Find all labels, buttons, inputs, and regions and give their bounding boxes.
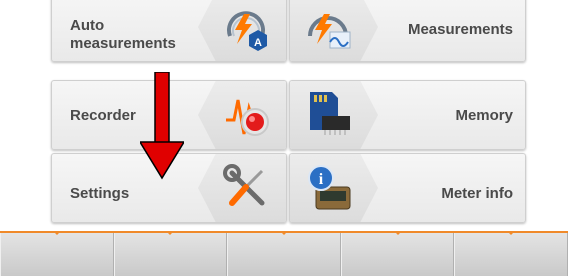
softkey-2[interactable] xyxy=(113,233,228,276)
measurements-button[interactable]: Measurements xyxy=(289,0,526,62)
recorder-label: Recorder xyxy=(70,107,136,124)
meter-info-label: Meter info xyxy=(441,185,513,202)
softkey-4[interactable] xyxy=(340,233,455,276)
softkey-3[interactable] xyxy=(227,233,341,276)
meter-info-button[interactable]: i Meter info xyxy=(289,153,526,223)
memory-icon xyxy=(310,92,350,135)
softkey-5[interactable] xyxy=(454,233,568,276)
wrench-screwdriver-icon xyxy=(223,164,265,206)
memory-button[interactable]: Memory xyxy=(289,80,526,150)
auto-measurements-icon: A xyxy=(227,11,267,51)
measurements-label: Measurements xyxy=(407,21,513,38)
measurements-icon xyxy=(308,14,351,49)
recorder-icon xyxy=(226,99,269,136)
auto-measurements-label: Auto measurements xyxy=(70,17,176,52)
svg-text:i: i xyxy=(319,171,324,188)
svg-text:A: A xyxy=(254,37,262,49)
settings-label: Settings xyxy=(70,185,130,202)
down-arrow-annotation xyxy=(140,72,184,180)
auto-measurements-button[interactable]: Auto measurements A xyxy=(51,0,287,62)
meter-info-icon: i xyxy=(308,165,351,210)
softkey-bar xyxy=(0,231,568,276)
memory-label: Memory xyxy=(455,107,513,124)
softkey-1[interactable] xyxy=(0,233,114,276)
